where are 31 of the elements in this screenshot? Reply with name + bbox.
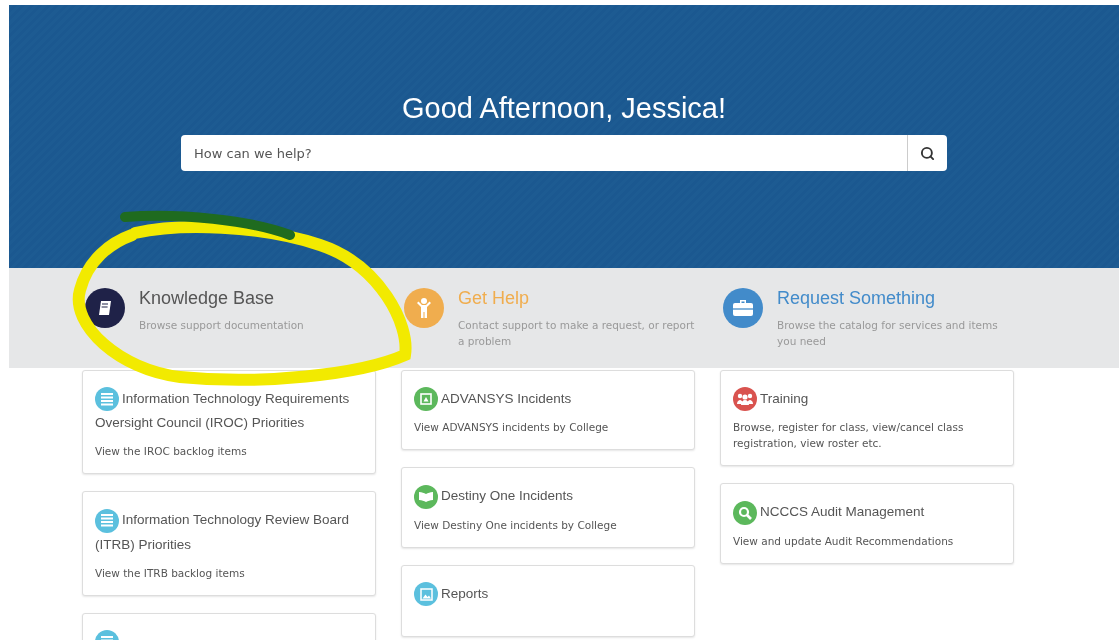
- catalog-card[interactable]: ADVANSYS Incidents View ADVANSYS incidents by College: [401, 370, 695, 451]
- catalog-card[interactable]: Information Technology Review Board (ITRB) Priorities View the ITRB backlog items: [82, 491, 376, 596]
- catalog-card[interactable]: Destiny One Incidents View Destiny One incidents by College: [401, 467, 695, 548]
- card-description: View the ITRB backlog items: [95, 565, 246, 581]
- greeting-heading: Good Afternoon, Jessica!: [402, 92, 726, 125]
- card-title: Information Technology Review Board (ITRB) Priorities: [95, 512, 350, 552]
- category-description: Contact support to make a request, or report a problem: [458, 318, 695, 349]
- search-button[interactable]: [907, 135, 947, 171]
- catalog-card[interactable]: Information Technology Requirements Oversight Council (IROC) Priorities View the IROC backlog items: [82, 370, 376, 475]
- card-title: NCCCS Audit Management: [760, 504, 925, 520]
- person-icon[interactable]: [404, 288, 444, 328]
- card-description: Browse, register for class, view/cancel class registration, view roster etc.: [733, 420, 965, 452]
- card-description: View ADVANSYS incidents by College: [414, 420, 610, 436]
- category-description: Browse the catalog for services and items you need: [777, 318, 999, 349]
- search-icon: [920, 145, 935, 161]
- card-description: View the IROC backlog items: [95, 444, 248, 460]
- card-description: View Destiny One incidents by College: [414, 517, 618, 533]
- search-field[interactable]: How can we help?: [181, 135, 907, 171]
- briefcase-icon[interactable]: [723, 288, 763, 328]
- catalog-card[interactable]: Reports: [401, 564, 695, 637]
- category-link[interactable]: Knowledge Base: [139, 288, 304, 309]
- card-description: View and update Audit Recommendations: [733, 533, 955, 549]
- card-title: Destiny One Incidents: [441, 488, 574, 504]
- category-description: Browse support documentation: [139, 318, 304, 333]
- card-title: Training: [760, 391, 809, 406]
- card-title: Information Technology Requirements Oversight Council (IROC) Priorities: [95, 391, 350, 431]
- catalog-card[interactable]: NCCCS Audit Management View and update Audit Recommendations: [720, 483, 1014, 564]
- book-icon[interactable]: [85, 288, 125, 328]
- catalog-card[interactable]: Training Browse, register for class, view/cancel class registration, view roster etc.: [720, 370, 1014, 467]
- card-title: Reports: [441, 585, 489, 601]
- card-title: ADVANSYS Incidents: [441, 391, 572, 406]
